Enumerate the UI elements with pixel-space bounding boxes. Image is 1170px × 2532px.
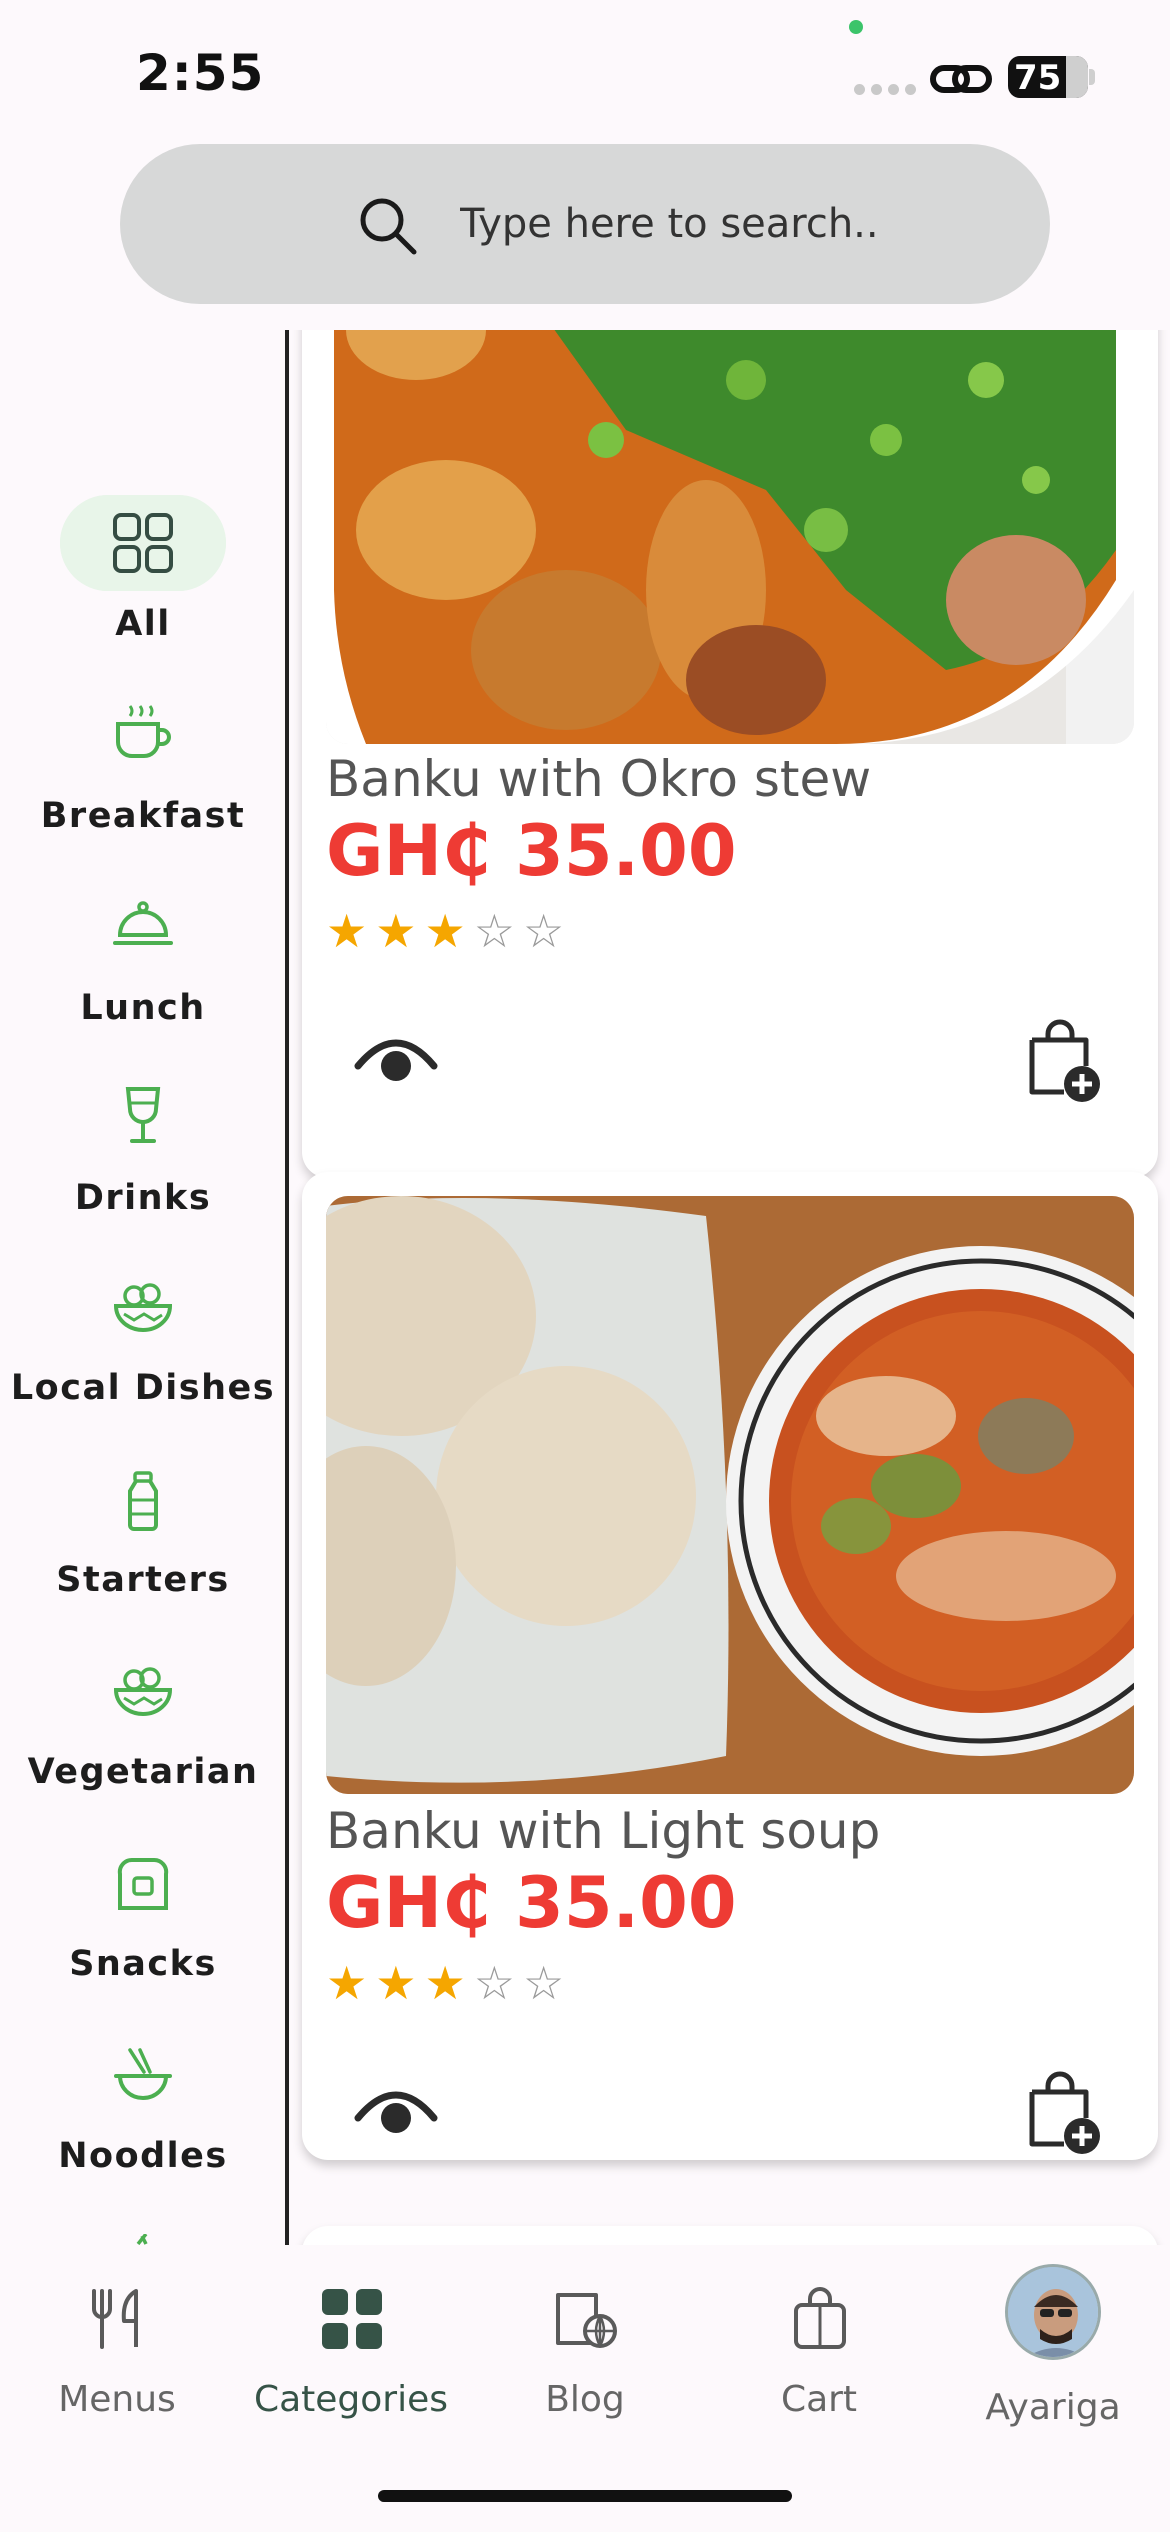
star-rating: ★ ★ ★ ☆ ☆ bbox=[326, 1960, 564, 2006]
signal-icon bbox=[854, 84, 916, 95]
add-to-cart-icon[interactable] bbox=[1026, 2070, 1102, 2156]
category-all[interactable] bbox=[0, 330, 286, 591]
star-empty-icon: ☆ bbox=[473, 904, 515, 958]
link-icon bbox=[930, 65, 992, 93]
food-title: Banku with Light soup bbox=[326, 1802, 881, 1860]
search-icon bbox=[360, 198, 417, 255]
battery-icon: 75 bbox=[1008, 56, 1088, 98]
battery-level: 75 bbox=[1014, 58, 1062, 98]
food-list: Banku with Okro stew GH₵ 35.00 ★ ★ ★ ☆ ☆ bbox=[292, 330, 1170, 2245]
food-card[interactable]: Banku with Light soup GH₵ 35.00 ★ ★ ★ ☆ … bbox=[302, 1172, 1158, 2160]
tab-blog[interactable]: Blog bbox=[468, 2275, 702, 2425]
search-input[interactable] bbox=[460, 188, 980, 260]
shopping-bag-icon bbox=[794, 2287, 846, 2349]
camera-indicator bbox=[849, 20, 863, 34]
fork-knife-icon bbox=[92, 2289, 138, 2349]
tab-categories[interactable]: Categories bbox=[234, 2275, 468, 2425]
star-filled-icon: ★ bbox=[424, 904, 466, 958]
star-empty-icon: ☆ bbox=[473, 1956, 515, 2010]
toast-icon[interactable] bbox=[112, 1854, 174, 1916]
wine-glass-icon[interactable] bbox=[112, 1085, 174, 1147]
category-label[interactable]: Vegetarian bbox=[0, 1752, 286, 1792]
grid-filled-icon bbox=[322, 2289, 382, 2349]
star-filled-icon: ★ bbox=[375, 904, 417, 958]
status-time: 2:55 bbox=[136, 44, 265, 102]
star-filled-icon: ★ bbox=[424, 1956, 466, 2010]
bottom-tab-bar: Menus Categories Blog Cart Ayariga bbox=[0, 2245, 1170, 2532]
view-eye-icon[interactable] bbox=[354, 2078, 438, 2138]
avatar[interactable] bbox=[1005, 2264, 1101, 2360]
category-label[interactable]: Breakfast bbox=[0, 796, 286, 836]
tab-label: Blog bbox=[545, 2379, 625, 2420]
star-rating: ★ ★ ★ ☆ ☆ bbox=[326, 908, 564, 954]
noodle-bowl-icon[interactable] bbox=[112, 2046, 174, 2108]
food-title: Banku with Okro stew bbox=[326, 750, 872, 808]
tab-label: Cart bbox=[780, 2379, 858, 2420]
status-bar: 2:55 75 bbox=[0, 0, 1170, 140]
salad-bowl-icon[interactable] bbox=[112, 1662, 174, 1724]
tab-menus[interactable]: Menus bbox=[0, 2275, 234, 2425]
coffee-cup-icon[interactable] bbox=[112, 702, 174, 764]
star-filled-icon: ★ bbox=[326, 904, 368, 958]
search-bar[interactable] bbox=[120, 144, 1050, 304]
food-price: GH₵ 35.00 bbox=[326, 1862, 737, 1944]
food-card[interactable]: Banku with Okro stew GH₵ 35.00 ★ ★ ★ ☆ ☆ bbox=[302, 330, 1158, 1178]
bowl-icon[interactable] bbox=[112, 1278, 174, 1340]
view-eye-icon[interactable] bbox=[354, 1026, 438, 1086]
food-card[interactable] bbox=[302, 2226, 1158, 2245]
food-price: GH₵ 35.00 bbox=[326, 810, 737, 892]
food-image[interactable] bbox=[326, 330, 1134, 744]
tab-label: Ayariga bbox=[985, 2387, 1121, 2428]
grid-icon bbox=[113, 513, 173, 573]
tab-label: Categories bbox=[253, 2379, 449, 2420]
tab-label: Menus bbox=[58, 2379, 176, 2420]
star-filled-icon: ★ bbox=[375, 1956, 417, 2010]
next-category-icon bbox=[136, 2234, 148, 2245]
star-filled-icon: ★ bbox=[326, 1956, 368, 2010]
category-label[interactable]: Local Dishes bbox=[0, 1368, 286, 1408]
food-image[interactable] bbox=[326, 1196, 1134, 1794]
category-label[interactable]: Noodles bbox=[0, 2136, 286, 2176]
battery-tip bbox=[1089, 69, 1095, 85]
star-empty-icon: ☆ bbox=[523, 904, 565, 958]
category-label[interactable]: Drinks bbox=[0, 1178, 286, 1218]
category-label: All bbox=[115, 604, 171, 644]
bottle-icon[interactable] bbox=[112, 1470, 174, 1532]
category-label[interactable]: Starters bbox=[0, 1560, 286, 1600]
cloche-icon[interactable] bbox=[112, 895, 174, 957]
tab-cart[interactable]: Cart bbox=[702, 2275, 936, 2425]
home-indicator[interactable] bbox=[378, 2490, 792, 2502]
star-empty-icon: ☆ bbox=[523, 1956, 565, 2010]
category-label[interactable]: Snacks bbox=[0, 1944, 286, 1984]
book-globe-icon bbox=[556, 2293, 617, 2348]
add-to-cart-icon[interactable] bbox=[1026, 1018, 1102, 1104]
category-label[interactable]: Lunch bbox=[0, 988, 286, 1028]
